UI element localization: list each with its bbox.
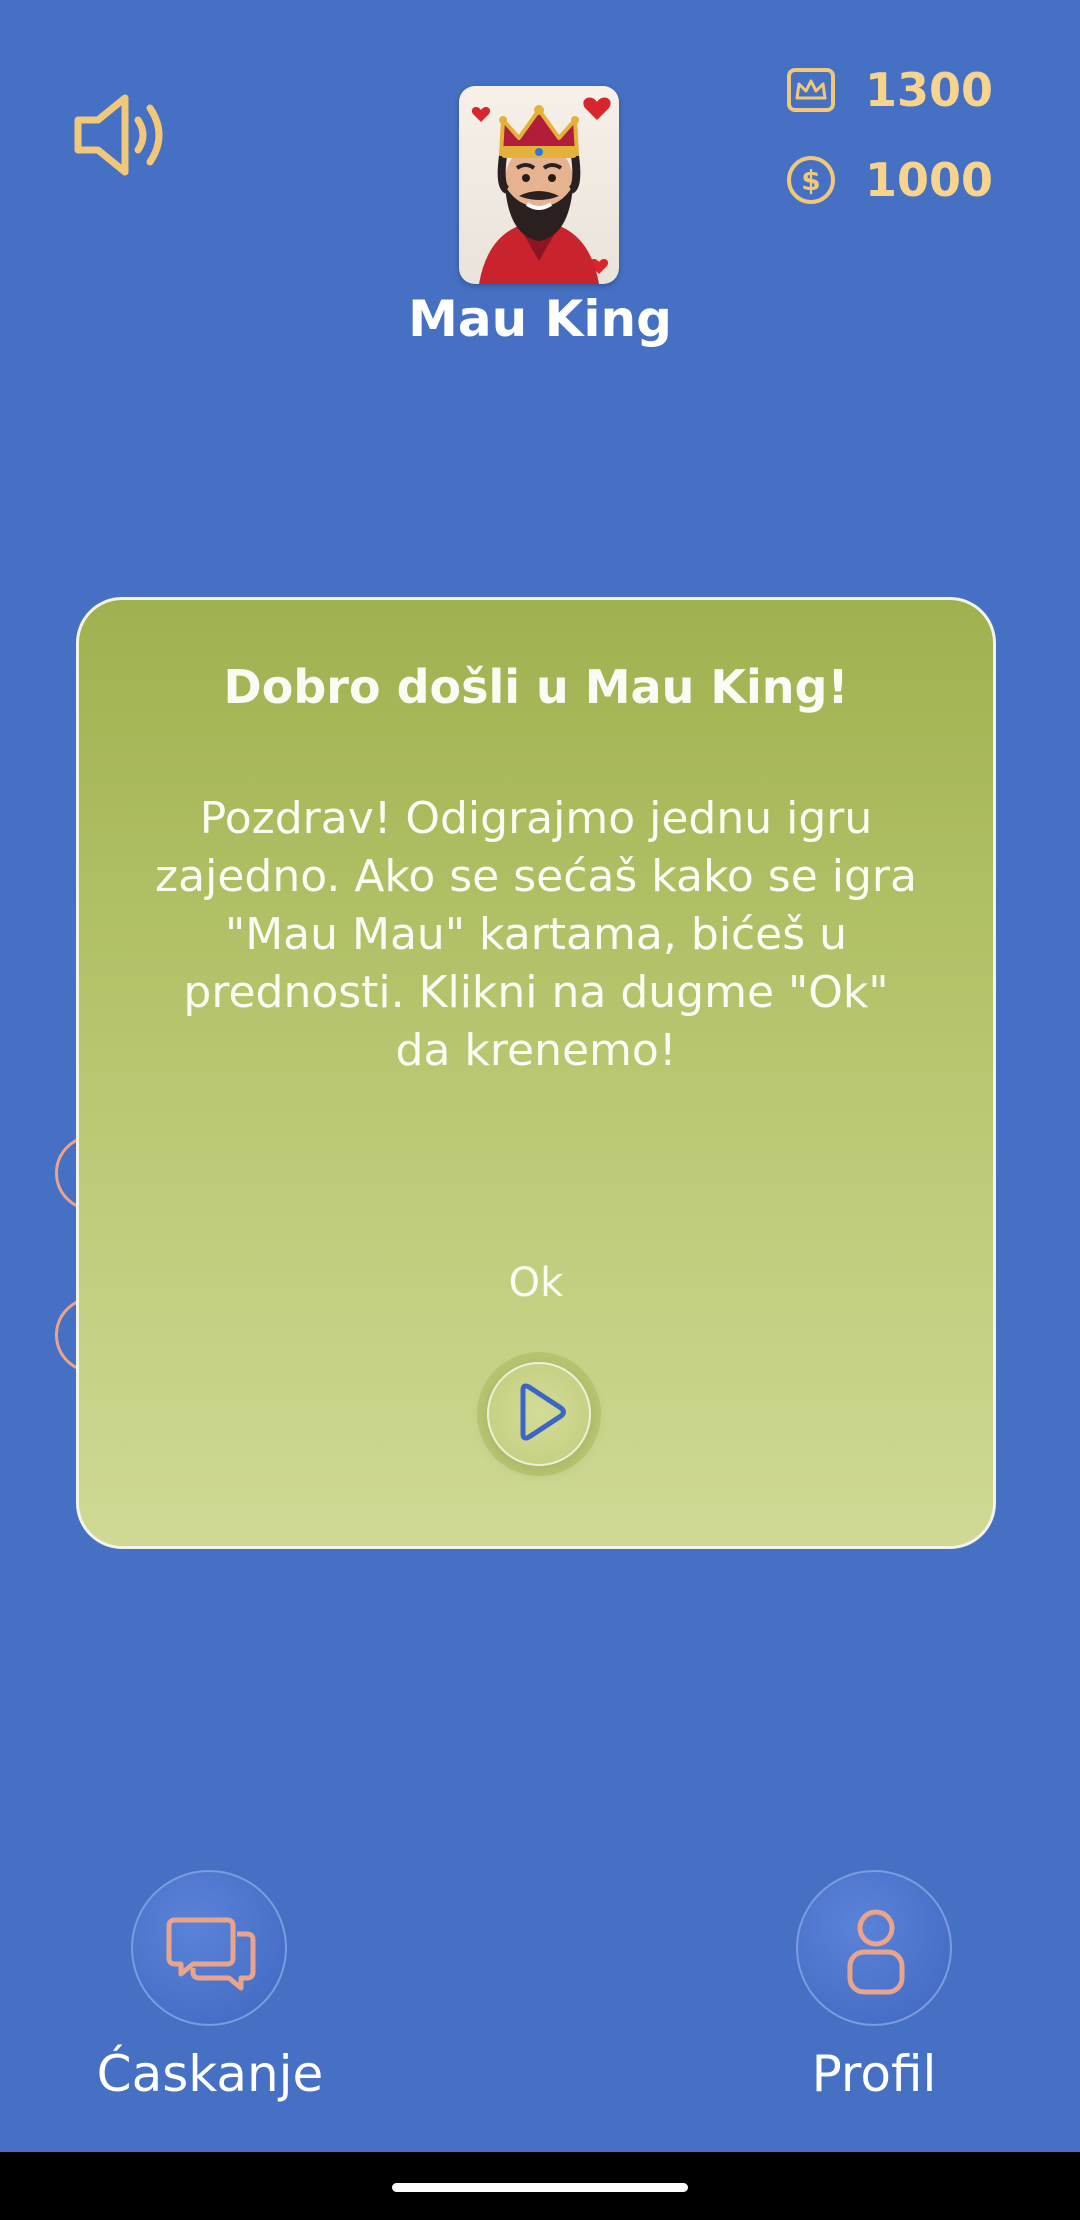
dialog-message: Pozdrav! Odigrajmo jednu igru zajedno. A… xyxy=(155,793,917,1076)
coin-stat: $ 1000 xyxy=(785,150,1025,210)
king-card-icon xyxy=(471,97,611,284)
welcome-dialog: Dobro došli u Mau King! Pozdrav! Odigraj… xyxy=(76,597,996,1549)
svg-text:$: $ xyxy=(801,164,820,197)
crown-icon xyxy=(787,68,835,112)
king-avatar[interactable] xyxy=(459,86,619,284)
currency-panel: 1300 $ 1000 xyxy=(785,60,1025,240)
ok-label: Ok xyxy=(508,1260,564,1306)
app-title: Mau King xyxy=(408,290,672,348)
coin-count: 1000 xyxy=(865,153,994,207)
chat-bubbles-icon xyxy=(166,1917,256,1991)
ok-play-button[interactable] xyxy=(487,1362,591,1466)
home-gesture-handle[interactable] xyxy=(392,2183,688,2192)
sound-button[interactable] xyxy=(70,90,170,180)
play-icon xyxy=(520,1383,566,1441)
speaker-icon xyxy=(74,94,163,176)
crown-stat: 1300 xyxy=(785,60,1025,120)
person-icon xyxy=(847,1909,905,1995)
dialog-title: Dobro došli u Mau King! xyxy=(223,660,849,714)
crown-count: 1300 xyxy=(865,63,994,117)
profile-button[interactable] xyxy=(796,1870,952,2026)
dollar-coin-icon: $ xyxy=(787,156,835,204)
chat-button[interactable] xyxy=(131,1870,287,2026)
chat-label[interactable]: Ćaskanje xyxy=(60,2045,360,2103)
profile-label[interactable]: Profil xyxy=(724,2045,1024,2103)
